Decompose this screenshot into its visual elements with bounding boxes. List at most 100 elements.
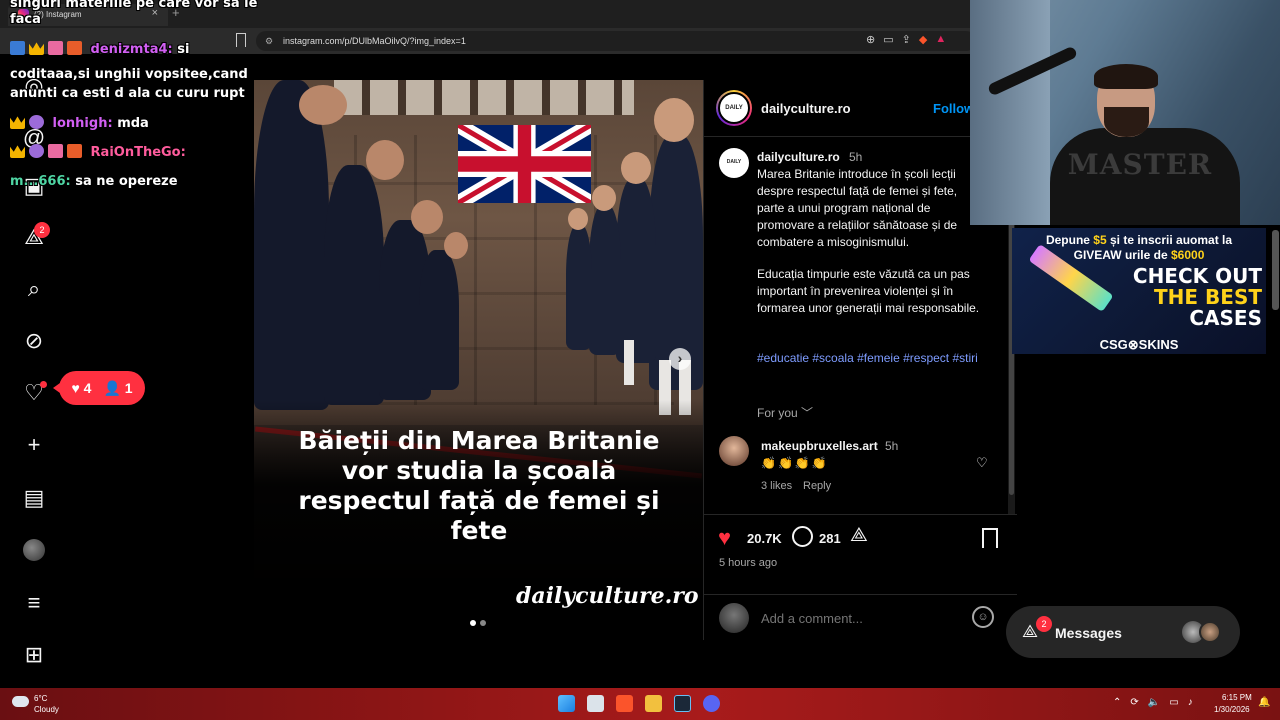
boy-head [299,85,347,125]
comment-reply-button[interactable]: Reply [803,480,831,492]
windows-start-icon[interactable] [558,695,575,712]
dashboard-icon[interactable]: ▤ [22,486,46,510]
emoji-icon[interactable]: ☺ [972,606,994,628]
chat-text: faca [10,12,41,27]
caption-paragraph-2: Educația timpurie este văzută ca un pas … [757,267,980,315]
chat-username: RaiOnTheGo: [90,145,186,160]
add-comment-bar: ☺ [704,594,1017,640]
chat-text: singuri materiile pe care vor sa le [10,0,258,11]
file-explorer-icon[interactable] [645,695,662,712]
sync-icon[interactable]: ⟳ [1130,697,1138,708]
clock-time[interactable]: 6:15 PM [1222,693,1252,702]
ad-line2-a: GIVEAW [1073,248,1122,262]
crown-badge-icon [29,42,44,55]
comment-input[interactable] [761,611,961,626]
next-image-button[interactable]: › [669,348,691,370]
follow-button[interactable]: Follow [933,101,974,116]
webcam-window-light [970,0,1050,225]
girl-figure [616,178,656,363]
likes-notification: ♥ 4 [71,380,92,396]
address-tools: ⊕ ▭ ⇪ ◆ ▲ [866,33,946,46]
create-icon[interactable]: + [22,433,46,457]
chat-username: denizmta4: [90,42,173,57]
profile-avatar[interactable] [23,539,45,561]
weather-description[interactable]: Cloudy [34,705,59,714]
weather-temperature[interactable]: 6°C [34,694,47,703]
chat-message: lonhigh: mda [10,115,149,133]
girl-head [568,208,588,230]
commenter-avatar[interactable] [719,436,749,466]
steam-icon[interactable] [674,695,691,712]
ad-line1-c: și te inscrii auomat la [1110,233,1233,247]
save-bookmark-icon[interactable] [982,528,998,548]
chat-message: RaiOnTheGo: [10,144,186,162]
brave-rewards-icon[interactable]: ▲ [935,33,946,46]
more-menu-icon[interactable]: ≡ [22,591,46,615]
share-icon[interactable]: ⇪ [902,33,911,46]
ad-line1-b: $5 [1093,233,1107,247]
streamer-hair [1094,64,1158,89]
gift-badge-icon [48,144,63,158]
posted-time: 5 hours ago [719,557,778,569]
network-icon[interactable]: ▭ [1169,697,1178,708]
ad-headline: CHECK OUT THE BEST CASES [1122,266,1262,329]
discord-icon[interactable] [703,695,720,712]
notification-bell-icon[interactable]: 🔔 [1258,697,1270,708]
chevron-up-icon[interactable]: ⌃ [1113,697,1121,708]
ad-headline-3: CASES [1189,306,1262,330]
cast-icon[interactable]: ▭ [883,33,893,46]
task-view-icon[interactable] [587,695,604,712]
windows-taskbar: 6°C Cloudy ⌃ ⟳ 🔈 ▭ ♪ 6:15 PM 1/30/2026 🔔 [0,688,1280,720]
like-heart-icon[interactable]: ♥ [718,525,731,551]
girl-figure [566,225,592,350]
messages-button[interactable]: ⟁ 2 Messages [1006,606,1240,658]
volume-icon[interactable]: ♪ [1188,697,1193,708]
comment-username[interactable]: makeupbruxelles.art [761,439,878,453]
caption-username[interactable]: dailyculture.ro [757,150,840,164]
messages-badge: 2 [1036,616,1052,632]
account-avatar[interactable]: DAILY [716,90,752,126]
chat-message: faca [10,11,41,29]
post-headline: Băieții din Marea Britanie vor studia la… [298,426,660,545]
cloud-icon[interactable] [12,696,29,707]
likes-count[interactable]: 20.7K [747,531,782,546]
also-from-meta-icon[interactable]: ⊞ [22,643,46,667]
search-icon[interactable]: ⌕ [22,277,46,301]
comment-icon[interactable] [792,526,813,547]
boy-figure [419,250,459,390]
brave-browser-icon[interactable] [616,695,633,712]
zoom-icon[interactable]: ⊕ [866,33,875,46]
message-avatar [1199,621,1221,643]
account-username[interactable]: dailyculture.ro [761,101,851,116]
clock-date[interactable]: 1/30/2026 [1214,705,1250,714]
post-image[interactable]: Băieții din Marea Britanie vor studia la… [254,80,703,640]
chat-username: lonhigh: [52,116,113,131]
screen: (2) Instagram × + ⚙ instagram.com/p/DUlb… [0,0,1280,720]
boy-head [366,140,404,180]
for-you-dropdown[interactable]: For you ﹀ [757,404,813,421]
chat-message: coditaaa,si unghii vopsitee,cand [10,66,248,84]
chat-text: mda [117,116,149,131]
page-scrollbar-thumb[interactable] [1272,230,1279,310]
gift-badge-icon [48,41,63,55]
speaker-icon[interactable]: 🔈 [1148,697,1160,708]
brave-shields-icon[interactable]: ◆ [919,33,927,46]
streamer-webcam: MASTER [970,0,1280,225]
share-icon[interactable]: ⟁ [850,524,868,547]
comment-like-icon[interactable]: ♡ [976,455,988,471]
bookmark-icon[interactable] [236,33,246,47]
chat-text: sa ne opereze [75,174,178,189]
ad-line1-a: Depune [1045,233,1090,247]
caption-avatar[interactable]: DAILY [719,148,749,178]
caption-hashtags[interactable]: #educatie #scoala #femeie #respect #stir… [757,350,982,367]
crown-badge-icon [10,145,25,158]
messages-nav-badge: 2 [34,222,50,238]
site-settings-icon[interactable]: ⚙ [265,36,273,47]
comment-likes[interactable]: 3 likes [761,480,792,492]
taskbar-apps [558,695,720,712]
notifications-popup[interactable]: ♥ 4 👤 1 [53,371,145,405]
boy-head [444,232,468,259]
explore-icon[interactable]: ⊘ [22,329,46,353]
likes-notification-count: 4 [83,380,92,396]
comment-time: 5h [885,439,899,453]
